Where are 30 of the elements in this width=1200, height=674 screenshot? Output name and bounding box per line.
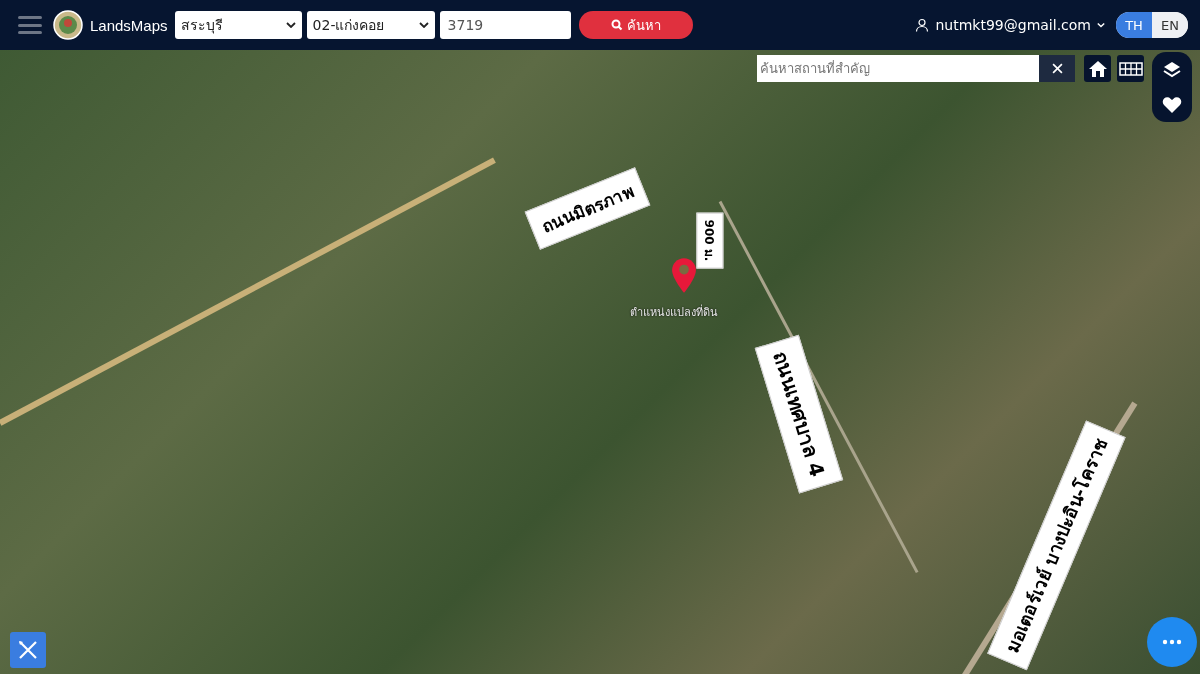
menu-button[interactable] bbox=[18, 15, 42, 35]
language-toggle[interactable]: EN bbox=[1152, 12, 1188, 38]
layers-icon bbox=[1162, 59, 1182, 80]
user-icon bbox=[915, 18, 930, 32]
more-icon bbox=[1162, 639, 1182, 645]
more-button[interactable] bbox=[1147, 617, 1197, 667]
draw-tool-button[interactable] bbox=[10, 632, 46, 668]
close-button[interactable] bbox=[1039, 55, 1075, 82]
place-search-field[interactable]: ค้นหาสถานที่สำคัญ bbox=[757, 55, 1039, 82]
heart-icon bbox=[1162, 95, 1182, 114]
chevron-down-icon bbox=[285, 22, 296, 28]
home-button[interactable] bbox=[1084, 55, 1111, 82]
province-select[interactable]: สระบุรี bbox=[174, 11, 302, 39]
seal-logo-icon bbox=[53, 10, 83, 40]
chevron-down-icon bbox=[1097, 22, 1105, 28]
pin-label: ตำแหน่งแปลงที่ดิน bbox=[630, 303, 718, 321]
close-icon bbox=[1051, 63, 1063, 74]
brand-name: LandsMaps bbox=[90, 16, 168, 34]
search-button[interactable]: ค้นหา bbox=[578, 11, 693, 39]
home-icon bbox=[1087, 58, 1108, 79]
grid-icon bbox=[1118, 61, 1143, 76]
location-pin-icon bbox=[671, 257, 697, 294]
user-menu[interactable]: nutmkt99@gmail.com bbox=[915, 17, 1105, 33]
chevron-down-icon bbox=[418, 22, 429, 28]
search-icon bbox=[610, 19, 623, 31]
district-select[interactable]: 02-แก่งคอย bbox=[306, 11, 435, 39]
parcel-number-field[interactable]: 3719 bbox=[439, 11, 571, 39]
language-toggle[interactable]: TH bbox=[1116, 12, 1152, 38]
grid-button[interactable] bbox=[1117, 55, 1144, 82]
road-callout: 900 ม. bbox=[696, 212, 724, 269]
